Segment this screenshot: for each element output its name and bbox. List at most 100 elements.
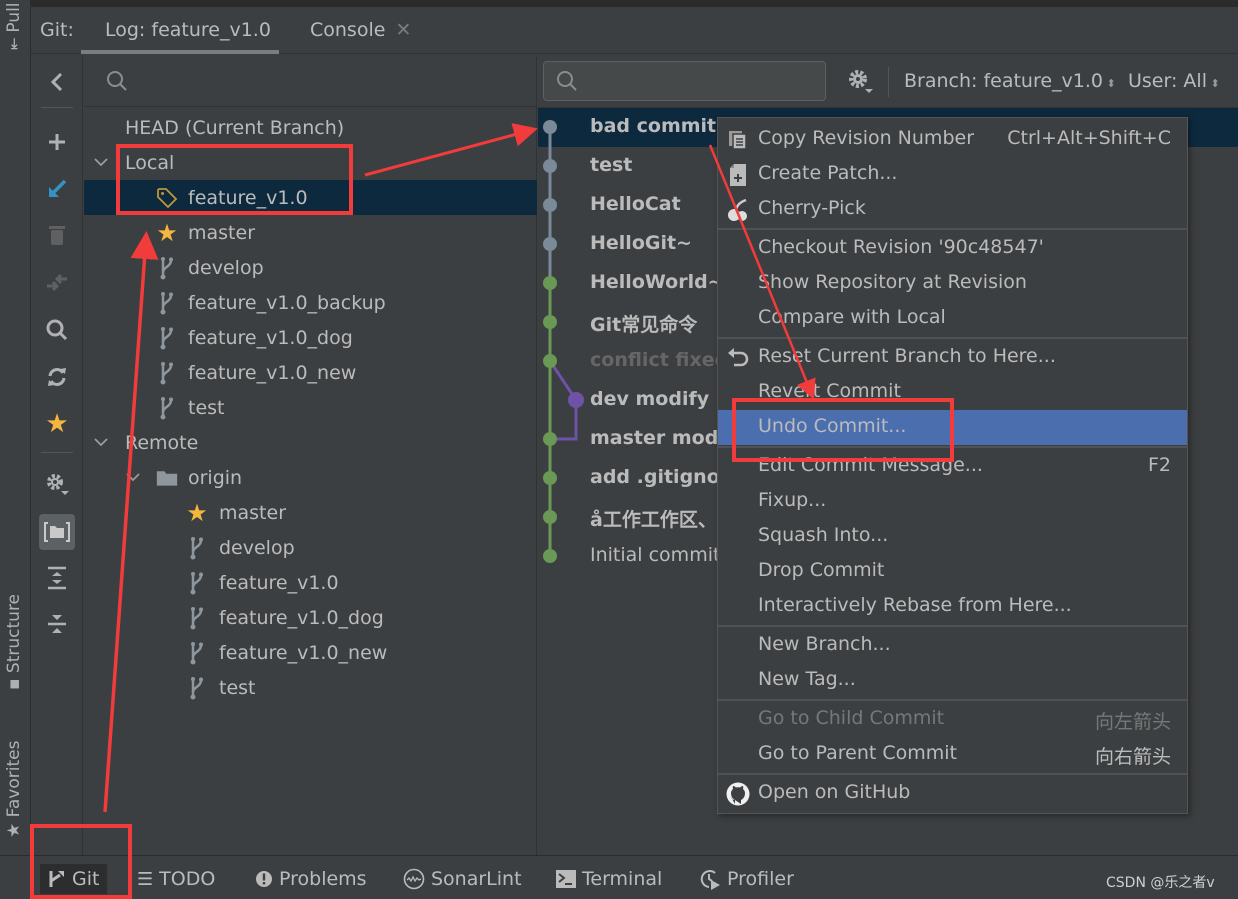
menu-item-fixup[interactable]: Fixup... bbox=[718, 484, 1187, 519]
menu-item-checkout-revision-90c48547[interactable]: Checkout Revision '90c48547' bbox=[718, 231, 1187, 266]
commit-node[interactable] bbox=[543, 237, 557, 251]
tree-item-head[interactable]: HEAD (Current Branch) bbox=[84, 110, 537, 145]
search-icon[interactable] bbox=[39, 312, 75, 348]
local-branch-item[interactable]: feature_v1.0_new bbox=[84, 355, 537, 390]
bottom-tool-bar: Git ☰ TODO Problems SonarLint Terminal P… bbox=[0, 855, 1238, 899]
tab-console[interactable]: Console ✕ bbox=[310, 19, 411, 41]
search-icon bbox=[107, 71, 127, 91]
menu-item-drop-commit[interactable]: Drop Commit bbox=[718, 554, 1187, 589]
menu-item-interactively-rebase-from-here[interactable]: Interactively Rebase from Here... bbox=[718, 589, 1187, 624]
menu-item-undo-commit[interactable]: Undo Commit... bbox=[718, 410, 1187, 445]
delete-icon[interactable] bbox=[39, 217, 75, 253]
commit-message: bad commit bbox=[590, 115, 717, 137]
tree-group-remote[interactable]: Remote bbox=[84, 425, 537, 460]
chevron-down-icon[interactable] bbox=[126, 470, 140, 486]
tab-log[interactable]: Log: feature_v1.0 bbox=[105, 19, 271, 41]
menu-item-compare-with-local[interactable]: Compare with Local bbox=[718, 301, 1187, 336]
menu-item-label: Go to Child Commit bbox=[758, 707, 945, 729]
structure-icon: ▪ bbox=[4, 673, 24, 690]
add-icon[interactable] bbox=[39, 124, 75, 160]
tree-group-local[interactable]: Local bbox=[84, 145, 537, 180]
commit-node[interactable] bbox=[543, 276, 557, 290]
menu-item-new-tag[interactable]: New Tag... bbox=[718, 663, 1187, 698]
menu-item-create-patch[interactable]: Create Patch... bbox=[718, 157, 1187, 192]
remote-branch-item[interactable]: feature_v1.0_new bbox=[84, 635, 537, 670]
local-branch-item[interactable]: feature_v1.0_dog bbox=[84, 320, 537, 355]
menu-item-new-branch[interactable]: New Branch... bbox=[718, 628, 1187, 663]
tool-window-header: Git: Log: feature_v1.0 Console ✕ bbox=[31, 7, 1238, 54]
remote-branch-item[interactable]: test bbox=[84, 670, 537, 705]
menu-item-shortcut: 向左箭头 bbox=[1094, 711, 1171, 733]
bottom-tab-sonarlint[interactable]: SonarLint bbox=[403, 864, 522, 894]
menu-item-revert-commit[interactable]: Revert Commit bbox=[718, 375, 1187, 410]
tree-item-label: feature_v1.0_new bbox=[188, 361, 357, 384]
local-branch-item[interactable]: ★ master bbox=[84, 215, 537, 250]
group-by-directory-icon[interactable] bbox=[39, 514, 75, 550]
checkout-icon[interactable] bbox=[39, 171, 75, 207]
menu-item-copy-revision-number[interactable]: Copy Revision Number Ctrl+Alt+Shift+C bbox=[718, 122, 1187, 157]
commit-node[interactable] bbox=[543, 432, 557, 446]
branch-search-bar[interactable] bbox=[84, 55, 537, 107]
refresh-icon[interactable] bbox=[39, 359, 75, 395]
bottom-tab-terminal[interactable]: Terminal bbox=[556, 864, 662, 894]
remote-branch-item[interactable]: feature_v1.0 bbox=[84, 565, 537, 600]
favorites-tab[interactable]: ★ Favorites bbox=[4, 741, 24, 838]
favorite-icon[interactable]: ★ bbox=[39, 406, 75, 442]
bottom-tab-git[interactable]: Git bbox=[40, 864, 108, 894]
commit-node[interactable] bbox=[543, 120, 557, 134]
commit-node[interactable] bbox=[543, 315, 557, 329]
commit-node[interactable] bbox=[543, 159, 557, 173]
menu-item-label: Undo Commit... bbox=[758, 415, 907, 437]
bottom-tab-problems[interactable]: Problems bbox=[255, 864, 367, 894]
menu-item-reset-current-branch-to-here[interactable]: Reset Current Branch to Here... bbox=[718, 340, 1187, 375]
chevron-down-icon[interactable] bbox=[94, 155, 108, 171]
menu-item-squash-into[interactable]: Squash Into... bbox=[718, 519, 1187, 554]
menu-item-show-repository-at-revision[interactable]: Show Repository at Revision bbox=[718, 266, 1187, 301]
close-icon[interactable]: ✕ bbox=[395, 19, 411, 41]
branch-filter-dropdown[interactable]: Branch: feature_v1.0 ⬍ bbox=[904, 70, 1116, 92]
user-filter-dropdown[interactable]: User: All ⬍ bbox=[1128, 70, 1220, 92]
bottom-tab-label: Profiler bbox=[727, 868, 794, 890]
active-tab-indicator bbox=[81, 50, 279, 54]
commit-node[interactable] bbox=[543, 354, 557, 368]
compare-icon[interactable] bbox=[39, 265, 75, 301]
folder-icon bbox=[156, 467, 178, 489]
back-icon[interactable] bbox=[39, 64, 75, 100]
tree-group-origin[interactable]: origin bbox=[84, 460, 537, 495]
menu-item-open-on-github[interactable]: Open on GitHub bbox=[718, 776, 1187, 811]
settings-icon[interactable] bbox=[39, 466, 75, 502]
remote-branch-item[interactable]: ★ master bbox=[84, 495, 537, 530]
updown-icon: ⬍ bbox=[1103, 77, 1116, 90]
chevron-down-icon[interactable] bbox=[94, 435, 108, 451]
commit-node[interactable] bbox=[543, 549, 557, 563]
structure-tab[interactable]: ▪ Structure bbox=[4, 594, 24, 690]
commit-node[interactable] bbox=[543, 198, 557, 212]
reset-icon bbox=[726, 346, 750, 370]
bottom-tab-todo[interactable]: ☰ TODO bbox=[137, 864, 215, 894]
menu-item-edit-commit-message[interactable]: Edit Commit Message... F2 bbox=[718, 449, 1187, 484]
menu-item-go-to-parent-commit[interactable]: Go to Parent Commit 向右箭头 bbox=[718, 737, 1187, 772]
local-branch-item[interactable]: feature_v1.0_backup bbox=[84, 285, 537, 320]
remote-branch-item[interactable]: develop bbox=[84, 530, 537, 565]
bottom-tab-label: Problems bbox=[279, 868, 367, 890]
commit-node[interactable] bbox=[568, 392, 584, 408]
remote-branch-item[interactable]: feature_v1.0_dog bbox=[84, 600, 537, 635]
menu-item-label: Drop Commit bbox=[758, 559, 885, 581]
commit-search-input[interactable] bbox=[543, 61, 826, 101]
menu-item-cherry-pick[interactable]: Cherry-Pick bbox=[718, 192, 1187, 227]
local-branch-item[interactable]: develop bbox=[84, 250, 537, 285]
pull-requests-tab[interactable]: ⇤ Pull R bbox=[4, 0, 24, 50]
tree-item-label: origin bbox=[188, 466, 243, 489]
expand-all-icon[interactable] bbox=[39, 560, 75, 596]
collapse-all-icon[interactable] bbox=[39, 606, 75, 642]
favorites-star-icon: ★ bbox=[4, 817, 24, 838]
local-branch-item[interactable]: test bbox=[84, 390, 537, 425]
commit-node[interactable] bbox=[543, 510, 557, 524]
commit-node[interactable] bbox=[543, 471, 557, 485]
menu-item-label: Show Repository at Revision bbox=[758, 271, 1027, 293]
menu-item-label: Cherry-Pick bbox=[758, 197, 866, 219]
log-settings-icon[interactable] bbox=[846, 67, 874, 99]
tree-item-label: develop bbox=[188, 256, 264, 279]
bottom-tab-profiler[interactable]: Profiler bbox=[699, 864, 794, 894]
local-branch-item[interactable]: feature_v1.0 bbox=[84, 180, 537, 215]
